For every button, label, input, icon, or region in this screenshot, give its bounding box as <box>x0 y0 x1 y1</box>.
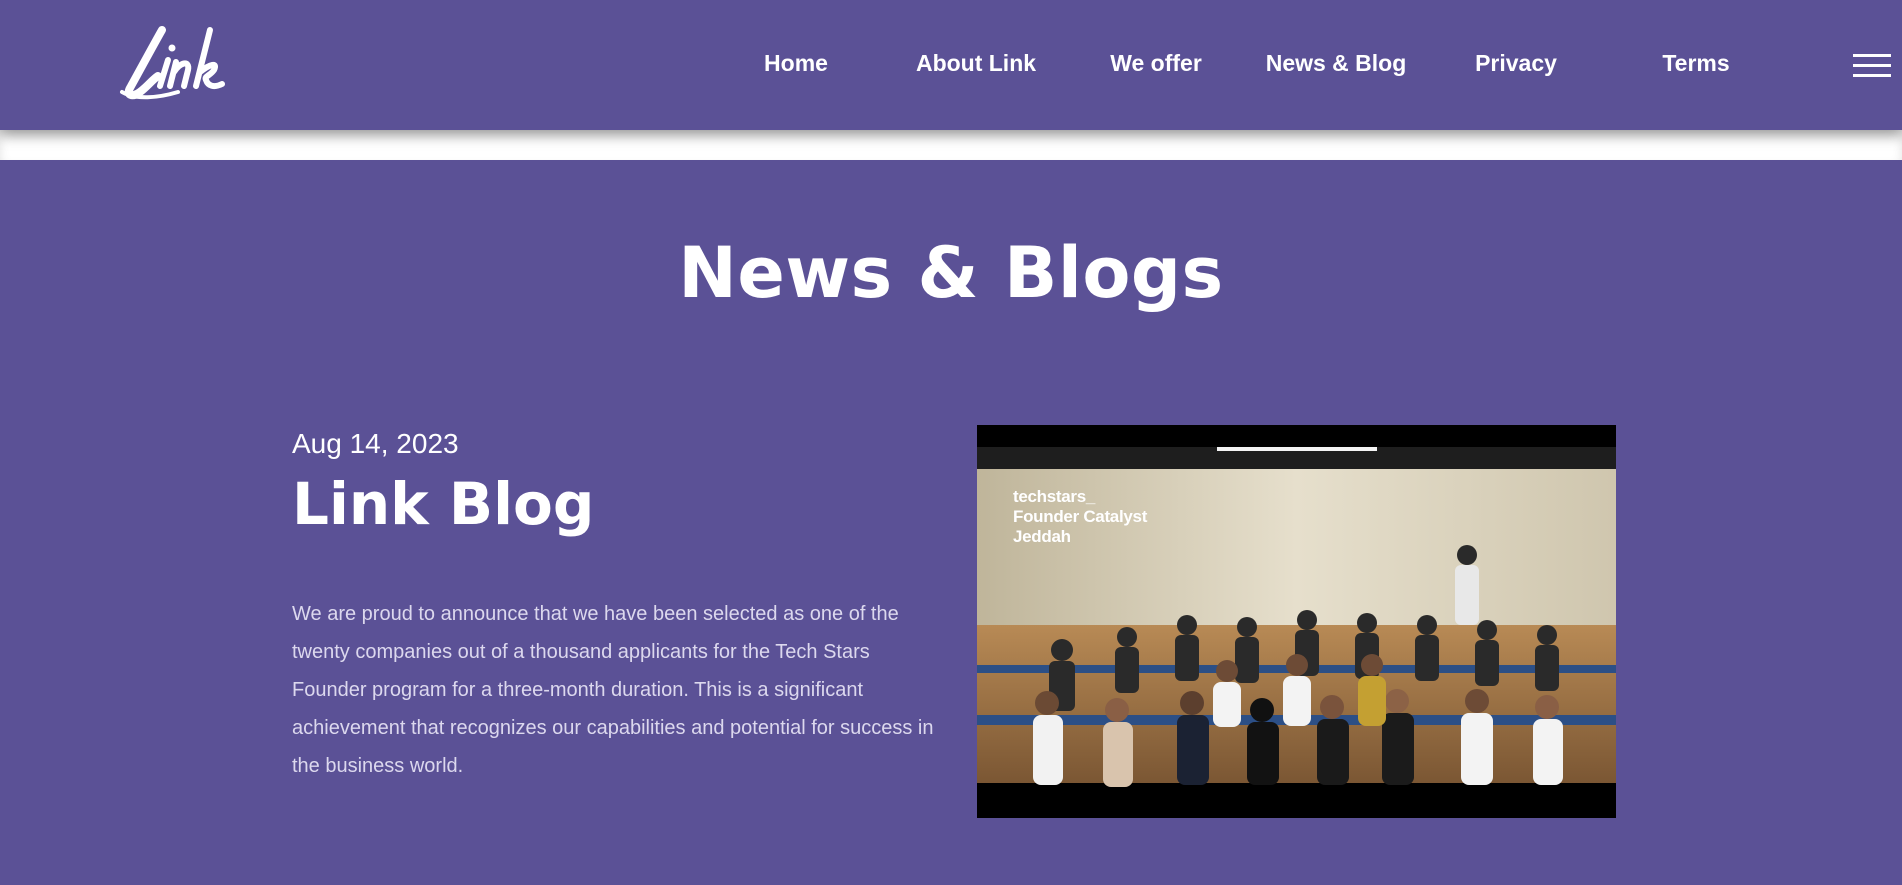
photo-caption: techstars_ Founder Catalyst Jeddah <box>1013 487 1147 547</box>
news-section: News & Blogs Aug 14, 2023 Link Blog We a… <box>0 160 1902 885</box>
link-logo-icon <box>120 26 225 100</box>
post-date: Aug 14, 2023 <box>292 428 459 459</box>
logo[interactable] <box>118 22 238 102</box>
post-image[interactable]: techstars_ Founder Catalyst Jeddah <box>977 425 1616 818</box>
nav-about-link[interactable]: About Link <box>916 50 1036 77</box>
post-title[interactable]: Link Blog <box>292 470 594 538</box>
nav-news-blog[interactable]: News & Blog <box>1266 50 1407 77</box>
hamburger-icon[interactable] <box>1853 54 1891 78</box>
nav-home[interactable]: Home <box>764 50 828 77</box>
page-title: News & Blogs <box>678 232 1224 314</box>
photo-caption-line: Founder Catalyst <box>1013 507 1148 526</box>
photo-caption-line: Jeddah <box>1013 527 1071 546</box>
nav-we-offer[interactable]: We offer <box>1110 50 1202 77</box>
group-photo-illustration <box>977 425 1616 818</box>
post-excerpt: We are proud to announce that we have be… <box>292 603 934 777</box>
site-header: Home About Link We offer News & Blog Pri… <box>0 0 1902 130</box>
header-divider <box>0 130 1902 160</box>
nav-terms[interactable]: Terms <box>1662 50 1729 77</box>
photo-caption-line: techstars_ <box>1013 487 1096 506</box>
nav-privacy[interactable]: Privacy <box>1475 50 1557 77</box>
